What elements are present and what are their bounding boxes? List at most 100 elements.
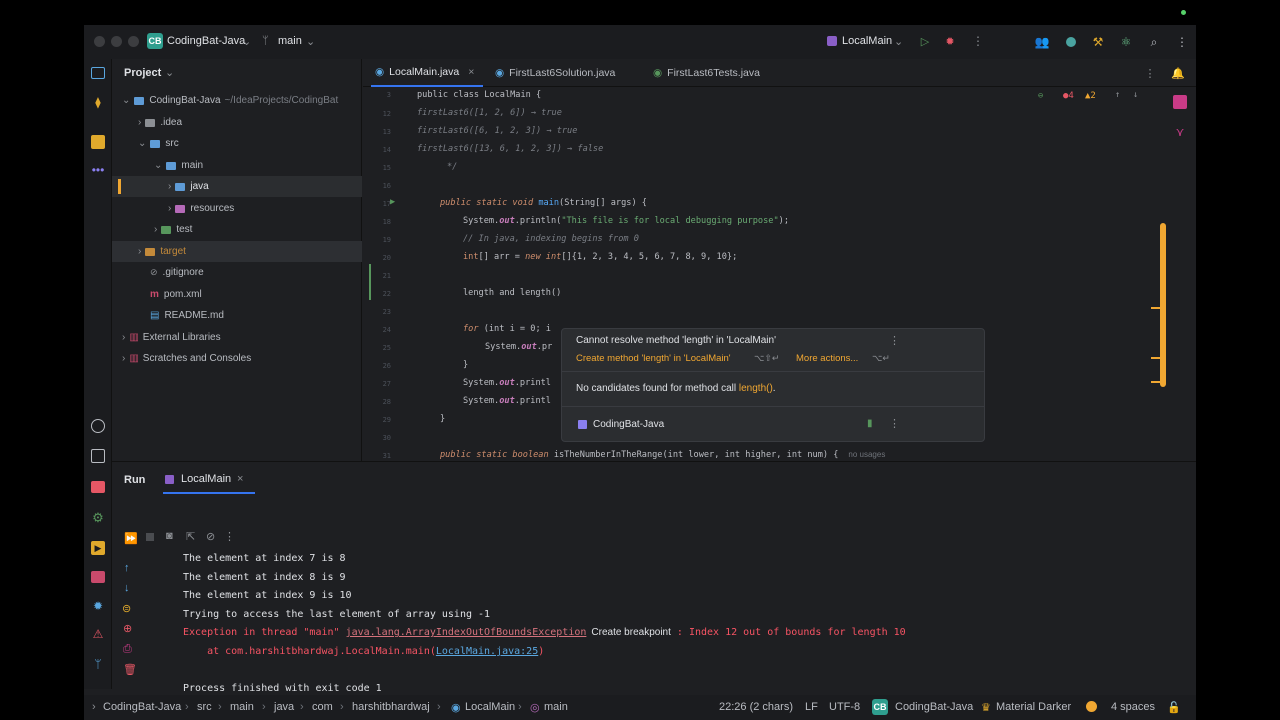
tree-item-src[interactable]: ⌄ src <box>112 133 362 154</box>
tab-actions-icon[interactable]: ⋮ <box>1144 67 1156 80</box>
run-icon[interactable]: ▷ <box>918 34 932 48</box>
debug-icon[interactable]: ✹ <box>943 34 957 48</box>
more-icon[interactable]: ⋮ <box>224 530 235 543</box>
error-count-icon[interactable]: ●4 <box>1063 91 1074 101</box>
close-icon[interactable]: × <box>237 473 243 485</box>
settings-icon[interactable]: ⋮ <box>1174 34 1190 50</box>
ai-tool-icon[interactable]: ⋎ <box>1173 125 1187 139</box>
indent-setting[interactable]: 4 spaces <box>1111 701 1155 713</box>
services-icon[interactable] <box>91 419 105 433</box>
run-tool-icon[interactable]: ▶ <box>91 541 105 555</box>
breadcrumb-item[interactable]: harshitbhardwaj <box>352 701 430 713</box>
git-icon[interactable]: ᛘ <box>91 657 105 671</box>
terminal-icon[interactable] <box>91 571 105 583</box>
close-icon[interactable]: × <box>468 66 474 78</box>
minimize-window-button[interactable] <box>111 36 122 47</box>
exception-class-link[interactable]: java.lang.ArrayIndexOutOfBoundsException <box>346 627 587 638</box>
notifications-icon[interactable]: 🔔 <box>1171 67 1185 80</box>
tree-item-pom[interactable]: m pom.xml <box>112 284 362 305</box>
soft-wrap-icon[interactable]: ⊜ <box>122 602 131 615</box>
breadcrumb-item[interactable]: main <box>230 701 254 713</box>
next-highlight-icon[interactable]: ↓ <box>1133 90 1138 100</box>
tab-localmain-run[interactable]: LocalMain × <box>163 468 255 494</box>
bookmark-icon[interactable]: ▮ <box>867 418 873 429</box>
commit-icon[interactable]: ⧫ <box>91 95 105 109</box>
more-tools-icon[interactable]: ••• <box>91 163 105 177</box>
module-name[interactable]: CodingBat-Java <box>593 419 664 430</box>
tree-item-readme[interactable]: ▤ README.md <box>112 305 362 326</box>
tab-firstlast6solution[interactable]: ◉ FirstLast6Solution.java <box>491 59 641 87</box>
ai-check-icon[interactable]: ⊖ <box>1038 91 1043 101</box>
zoom-window-button[interactable] <box>128 36 139 47</box>
chevron-down-icon[interactable]: ⌄ <box>894 35 903 48</box>
scroll-down-icon[interactable]: ↓ <box>124 582 130 594</box>
tree-item-resources[interactable]: › resources <box>112 198 362 219</box>
right-tool-icon[interactable] <box>1173 95 1187 109</box>
line-separator[interactable]: LF <box>805 701 818 713</box>
tab-localmain[interactable]: ◉ LocalMain.java × <box>371 59 483 87</box>
breadcrumb-item[interactable]: CodingBat-Java <box>103 701 181 713</box>
restore-layout-icon[interactable]: ⇱ <box>186 530 195 543</box>
scroll-up-icon[interactable]: ↑ <box>124 562 130 574</box>
run-gutter-icon[interactable]: ▶ <box>390 197 395 207</box>
warning-count-icon[interactable]: ▲2 <box>1085 91 1096 101</box>
editor-scrollbar[interactable] <box>1160 223 1166 387</box>
breadcrumb-item[interactable]: java <box>274 701 294 713</box>
chevron-down-icon[interactable]: ⌄ <box>165 66 174 79</box>
tree-item-test[interactable]: › test <box>112 219 362 240</box>
breadcrumb-item[interactable]: LocalMain <box>465 701 515 713</box>
create-breakpoint-link[interactable]: Create breakpoint <box>591 627 671 638</box>
collaborate-icon[interactable]: 👥 <box>1034 34 1050 50</box>
file-encoding[interactable]: UTF-8 <box>829 701 860 713</box>
print-icon[interactable]: ⎙ <box>123 643 132 656</box>
tree-item-idea[interactable]: › .idea <box>112 112 362 133</box>
breadcrumb-item[interactable]: main <box>544 701 568 713</box>
chevron-down-icon[interactable]: ⌄ <box>306 35 315 48</box>
run-config-selector[interactable]: LocalMain <box>842 35 892 47</box>
debug-tool-icon[interactable]: ✹ <box>91 599 105 613</box>
more-actions-link[interactable]: More actions... <box>796 353 858 364</box>
tree-item-scratches[interactable]: › ▥ Scratches and Consoles <box>112 348 362 369</box>
popup-more-icon[interactable]: ⋮ <box>889 334 900 347</box>
structure-icon[interactable] <box>91 135 105 149</box>
tree-item-main[interactable]: ⌄ main <box>112 155 362 176</box>
prev-highlight-icon[interactable]: ↑ <box>1115 90 1120 100</box>
problems-tool-icon[interactable] <box>91 481 105 493</box>
bookmarks-icon[interactable] <box>91 449 105 463</box>
tree-item-target[interactable]: › target <box>112 241 362 262</box>
popup-menu-icon[interactable]: ⋮ <box>889 417 900 430</box>
tree-item-external-libraries[interactable]: › ▥ External Libraries <box>112 327 362 348</box>
warning-icon[interactable]: ⚠ <box>91 627 105 641</box>
tree-item-gitignore[interactable]: ⊘ .gitignore <box>112 262 362 283</box>
scroll-to-end-icon[interactable]: ⊕ <box>123 622 132 635</box>
branch-switcher[interactable]: main <box>278 35 302 47</box>
tab-firstlast6tests[interactable]: ◉ FirstLast6Tests.java <box>649 59 789 87</box>
close-window-button[interactable] <box>94 36 105 47</box>
lock-icon[interactable]: 🔓 <box>1167 701 1181 714</box>
more-icon[interactable]: ⋮ <box>971 34 985 48</box>
pin-icon[interactable]: ⊘ <box>206 530 215 543</box>
status-dot-icon[interactable] <box>1086 701 1097 712</box>
screenshot-icon[interactable]: ◙ <box>166 530 173 542</box>
rerun-icon[interactable]: ⏩ <box>124 532 138 545</box>
ai-assistant-icon[interactable] <box>1063 34 1079 50</box>
stack-trace-link[interactable]: LocalMain.java:25 <box>436 646 538 657</box>
usages-hint[interactable]: no usages <box>848 450 885 459</box>
build-icon[interactable]: ⚒ <box>1090 34 1106 50</box>
stop-icon[interactable] <box>146 533 154 541</box>
breadcrumb-item[interactable]: com <box>312 701 333 713</box>
delete-icon[interactable]: 🗑 <box>123 663 137 676</box>
project-panel-title[interactable]: Project <box>124 67 161 79</box>
chevron-down-icon[interactable]: ⌄ <box>242 35 251 48</box>
tree-item-root[interactable]: ⌄ CodingBat-Java ~/IdeaProjects/CodingBa… <box>112 90 362 111</box>
project-tool-icon[interactable] <box>91 67 105 79</box>
project-switcher[interactable]: CodingBat-Java <box>167 35 245 47</box>
tree-item-java[interactable]: › java <box>112 176 362 197</box>
theme-selector[interactable]: Material Darker <box>996 701 1071 713</box>
module-name[interactable]: CodingBat-Java <box>895 701 973 713</box>
breadcrumb-item[interactable]: src <box>197 701 212 713</box>
plugin-icon[interactable]: ⚛ <box>1118 34 1134 50</box>
search-icon[interactable]: ⌕ <box>1146 34 1162 50</box>
gear-icon[interactable]: ⚙ <box>91 510 105 525</box>
caret-position[interactable]: 22:26 (2 chars) <box>719 701 793 713</box>
